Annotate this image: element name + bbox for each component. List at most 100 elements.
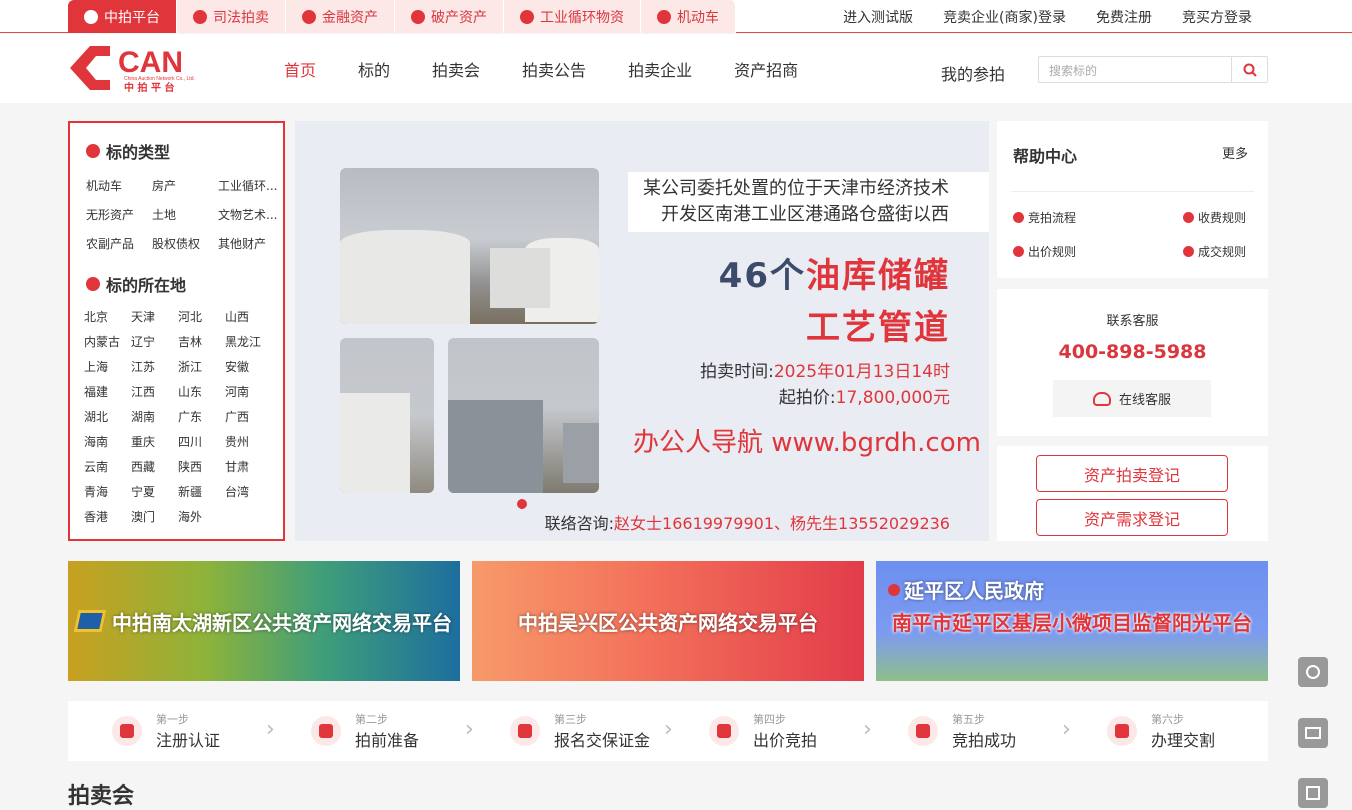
bid-icon [1013, 246, 1024, 257]
step-transfer[interactable]: 第六步 办理交割 [1107, 701, 1215, 761]
location-link[interactable]: 宁夏 [131, 483, 155, 500]
promo-wuxing[interactable]: 中拍吴兴区公共资产网络交易平台 [472, 561, 864, 681]
location-link[interactable]: 河南 [225, 383, 249, 400]
location-link[interactable]: 重庆 [131, 433, 155, 450]
help-more-link[interactable]: 更多 [1222, 143, 1248, 162]
register-link[interactable]: 免费注册 [1096, 7, 1152, 27]
search-button[interactable] [1231, 57, 1267, 82]
location-link[interactable]: 山西 [225, 308, 249, 325]
document-icon [311, 716, 341, 746]
tab-bankruptcy[interactable]: 破产资产 [395, 0, 504, 33]
help-deal-rules[interactable]: 成交规则 [1183, 243, 1246, 260]
float-service-button[interactable] [1298, 657, 1328, 687]
type-link[interactable]: 无形资产 [86, 206, 134, 223]
type-link[interactable]: 机动车 [86, 177, 122, 194]
carousel-dot[interactable] [517, 499, 527, 509]
location-link[interactable]: 山东 [178, 383, 202, 400]
step-label: 竞拍成功 [952, 731, 1017, 750]
location-link[interactable]: 西藏 [131, 458, 155, 475]
location-link[interactable]: 福建 [84, 383, 108, 400]
location-link[interactable]: 贵州 [225, 433, 249, 450]
location-link[interactable]: 海南 [84, 433, 108, 450]
location-link[interactable]: 江西 [131, 383, 155, 400]
location-link[interactable]: 北京 [84, 308, 108, 325]
my-bids-link[interactable]: 我的参拍 [941, 61, 1005, 85]
tab-vehicle[interactable]: 机动车 [641, 0, 736, 33]
promo-nantaihu[interactable]: 中拍南太湖新区公共资产网络交易平台 [68, 561, 460, 681]
location-link[interactable]: 上海 [84, 358, 108, 375]
tab-industrial[interactable]: 工业循环物资 [504, 0, 641, 33]
step-bid[interactable]: 第四步 出价竞拍 [709, 701, 817, 761]
site-logo[interactable]: CAN China Auction Network Co., Ltd. 中 拍 … [68, 42, 203, 94]
location-link[interactable]: 湖北 [84, 408, 108, 425]
nav-auctions[interactable]: 拍卖会 [432, 57, 480, 81]
location-link[interactable]: 台湾 [225, 483, 249, 500]
online-service-button[interactable]: 在线客服 [1053, 380, 1211, 417]
tab-label: 机动车 [677, 9, 719, 26]
location-link[interactable]: 湖南 [131, 408, 155, 425]
tab-finance[interactable]: 金融资产 [286, 0, 395, 33]
nav-targets[interactable]: 标的 [358, 57, 390, 81]
location-link[interactable]: 澳门 [131, 508, 155, 525]
type-link[interactable]: 股权债权 [152, 235, 200, 252]
location-link[interactable]: 四川 [178, 433, 202, 450]
chevron-right-icon: › [465, 717, 474, 742]
float-mail-button[interactable] [1298, 718, 1328, 748]
nav-announcements[interactable]: 拍卖公告 [522, 57, 586, 81]
location-link[interactable]: 广西 [225, 408, 249, 425]
location-link[interactable]: 甘肃 [225, 458, 249, 475]
location-link[interactable]: 新疆 [178, 483, 202, 500]
type-link[interactable]: 农副产品 [86, 235, 134, 252]
promo-yanping[interactable]: 延平区人民政府 南平市延平区基层小微项目监督阳光平台 [876, 561, 1268, 681]
type-link[interactable]: 工业循环... [218, 177, 277, 194]
step-register[interactable]: 第一步 注册认证 [112, 701, 220, 761]
step-deposit[interactable]: 第三步 报名交保证金 [510, 701, 650, 761]
location-link[interactable]: 内蒙古 [84, 333, 120, 350]
location-link[interactable]: 云南 [84, 458, 108, 475]
location-link[interactable]: 浙江 [178, 358, 202, 375]
nav-asset-investment[interactable]: 资产招商 [734, 57, 798, 81]
chevron-right-icon: › [664, 717, 673, 742]
buyer-login-link[interactable]: 竞买方登录 [1182, 7, 1252, 27]
float-edit-button[interactable] [1298, 778, 1328, 808]
service-title: 联系客服 [1106, 314, 1159, 329]
test-version-link[interactable]: 进入测试版 [843, 7, 913, 27]
tab-zhongpai[interactable]: 中拍平台 [68, 0, 177, 33]
seller-login-link[interactable]: 竞卖企业(商家)登录 [943, 7, 1066, 27]
step-number: 第六步 [1151, 713, 1184, 726]
gavel-icon [1013, 212, 1024, 223]
yanping-badge: 延平区人民政府 [888, 575, 1044, 604]
location-link[interactable]: 辽宁 [131, 333, 155, 350]
tab-judicial[interactable]: 司法拍卖 [177, 0, 286, 33]
location-link[interactable]: 天津 [131, 308, 155, 325]
help-bidding-process[interactable]: 竞拍流程 [1013, 209, 1076, 226]
location-link[interactable]: 江苏 [131, 358, 155, 375]
location-link[interactable]: 安徽 [225, 358, 249, 375]
asset-demand-register-button[interactable]: 资产需求登记 [1036, 499, 1228, 536]
help-bid-rules[interactable]: 出价规则 [1013, 243, 1076, 260]
location-link[interactable]: 河北 [178, 308, 202, 325]
asset-auction-register-button[interactable]: 资产拍卖登记 [1036, 455, 1228, 492]
type-link[interactable]: 房产 [152, 177, 176, 194]
location-link[interactable]: 广东 [178, 408, 202, 425]
location-link[interactable]: 黑龙江 [225, 333, 261, 350]
step-prepare[interactable]: 第二步 拍前准备 [311, 701, 419, 761]
location-link[interactable]: 吉林 [178, 333, 202, 350]
location-link[interactable]: 青海 [84, 483, 108, 500]
help-item-label: 出价规则 [1028, 245, 1077, 259]
location-link[interactable]: 陕西 [178, 458, 202, 475]
nav-home[interactable]: 首页 [284, 57, 316, 81]
auction-time: 拍卖时间:2025年01月13日14时 [700, 357, 950, 382]
search-box[interactable]: 搜索标的 [1038, 56, 1268, 83]
step-success[interactable]: 第五步 竞拍成功 [908, 701, 1016, 761]
nav-companies[interactable]: 拍卖企业 [628, 57, 692, 81]
type-link[interactable]: 土地 [152, 206, 176, 223]
type-link[interactable]: 其他财产 [218, 235, 266, 252]
search-input[interactable]: 搜索标的 [1049, 62, 1097, 79]
location-pin-icon [86, 277, 100, 291]
header: CAN China Auction Network Co., Ltd. 中 拍 … [0, 34, 1352, 103]
help-fee-rules[interactable]: 收费规则 [1183, 209, 1246, 226]
location-link[interactable]: 海外 [178, 508, 202, 525]
location-link[interactable]: 香港 [84, 508, 108, 525]
type-link[interactable]: 文物艺术... [218, 206, 277, 223]
